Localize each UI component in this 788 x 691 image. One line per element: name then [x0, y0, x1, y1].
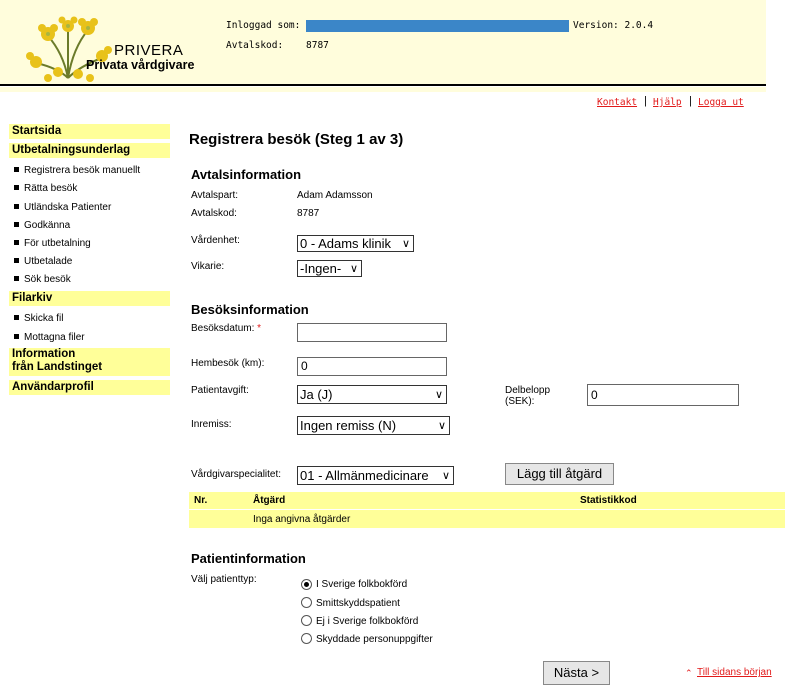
agreement-code-label: Avtalskod: — [226, 40, 284, 51]
column-header-nr: Nr. — [194, 495, 208, 506]
partial-amount-input[interactable]: 0 — [587, 384, 739, 406]
patient-type-label-registered: I Sverige folkbokförd — [316, 579, 408, 590]
contact-link[interactable]: Kontakt — [597, 97, 637, 108]
bullet-icon — [14, 167, 19, 172]
bullet-icon — [14, 185, 19, 190]
sidebar-item-file-archive[interactable]: Filarkiv — [9, 291, 170, 306]
logged-in-label: Inloggad som: — [226, 20, 301, 31]
referral-label: Inremiss: — [191, 419, 232, 430]
help-link[interactable]: Hjälp — [653, 97, 682, 108]
privera-flower-logo — [26, 16, 112, 82]
sidebar-subitem[interactable]: Sök besök — [14, 274, 71, 285]
patient-section-heading: Patientinformation — [191, 551, 306, 566]
partial-amount-label: Delbelopp (SEK): — [505, 385, 551, 407]
visit-date-input[interactable] — [297, 323, 447, 342]
header-underband — [0, 87, 766, 92]
bullet-icon — [14, 334, 19, 339]
brand-subtitle: Privata vårdgivare — [86, 58, 195, 72]
chevron-down-icon: ∨ — [441, 470, 450, 482]
double-chevron-up-icon: ⌃ — [685, 668, 693, 678]
agreement-section-heading: Avtalsinformation — [191, 167, 302, 182]
logged-in-user-field — [306, 20, 569, 32]
sidebar-subitem[interactable]: För utbetalning — [14, 238, 91, 249]
sidebar-subitem[interactable]: Utbetalade — [14, 256, 72, 267]
agreement-party-label: Avtalspart: — [191, 190, 239, 201]
specialty-select[interactable]: 01 - Allmänmedicinare ∨ — [297, 466, 454, 485]
patient-type-radio-infection[interactable] — [301, 597, 312, 608]
agreement-code-value: 8787 — [306, 40, 329, 51]
agreement-code-label: Avtalskod: — [191, 208, 237, 219]
visit-date-label: Besöksdatum: * — [191, 323, 262, 334]
link-separator: | — [644, 95, 647, 107]
bullet-icon — [14, 315, 19, 320]
patient-type-label-protected: Skyddade personuppgifter — [316, 634, 433, 645]
patient-fee-select[interactable]: Ja (J) ∨ — [297, 385, 447, 404]
bullet-icon — [14, 276, 19, 281]
patient-type-radio-registered[interactable] — [301, 579, 312, 590]
chevron-down-icon: ∨ — [437, 420, 446, 432]
sidebar-subitem[interactable]: Registrera besök manuellt — [14, 165, 140, 176]
link-separator: | — [689, 95, 692, 107]
sidebar-item-information[interactable]: Information från Landstinget — [9, 348, 170, 376]
sidebar-item-info-line1: Information — [12, 348, 76, 360]
visit-section-heading: Besöksinformation — [191, 302, 309, 317]
patient-type-label-infection: Smittskyddspatient — [316, 598, 400, 609]
chevron-down-icon: ∨ — [401, 238, 410, 250]
care-unit-select[interactable]: 0 - Adams klinik ∨ — [297, 235, 414, 252]
substitute-select[interactable]: -Ingen- ∨ — [297, 260, 362, 277]
bullet-icon — [14, 204, 19, 209]
patient-type-radio-unregistered[interactable] — [301, 615, 312, 626]
sidebar-item-user-profile[interactable]: Användarprofil — [9, 380, 170, 395]
specialty-label: Vårdgivarspecialitet: — [191, 469, 282, 480]
referral-select[interactable]: Ingen remiss (N) ∨ — [297, 416, 450, 435]
home-visit-label: Hembesök (km): — [191, 358, 265, 369]
care-unit-label: Vårdenhet: — [191, 235, 240, 246]
column-header-measure: Åtgärd — [253, 495, 286, 506]
bullet-icon — [14, 258, 19, 263]
patient-type-label: Välj patienttyp: — [191, 574, 257, 585]
back-to-top-link[interactable]: Till sidans början — [697, 667, 772, 678]
agreement-code-value: 8787 — [297, 208, 320, 219]
patient-fee-label: Patientavgift: — [191, 385, 249, 396]
sidebar-subitem[interactable]: Skicka fil — [14, 313, 63, 324]
sidebar-item-info-line2: från Landstinget — [12, 361, 103, 373]
add-measure-button[interactable]: Lägg till åtgärd — [505, 463, 614, 485]
chevron-down-icon: ∨ — [349, 263, 358, 275]
substitute-label: Vikarie: — [191, 261, 225, 272]
sidebar-subitem[interactable]: Utländska Patienter — [14, 202, 111, 213]
sidebar-item-payment-basis[interactable]: Utbetalningsunderlag — [9, 143, 170, 158]
required-marker: * — [257, 323, 262, 334]
sidebar-subitem[interactable]: Mottagna filer — [14, 332, 85, 343]
column-header-statcode: Statistikkod — [580, 495, 637, 506]
logout-link[interactable]: Logga ut — [698, 97, 744, 108]
version-label: Version: 2.0.4 — [573, 20, 654, 31]
patient-type-radio-protected[interactable] — [301, 633, 312, 644]
next-button[interactable]: Nästa > — [543, 661, 610, 685]
home-visit-input[interactable]: 0 — [297, 357, 447, 376]
bullet-icon — [14, 222, 19, 227]
sidebar-item-startpage[interactable]: Startsida — [9, 124, 170, 139]
sidebar-subitem[interactable]: Godkänna — [14, 220, 70, 231]
patient-type-label-unregistered: Ej i Sverige folkbokförd — [316, 616, 419, 627]
bullet-icon — [14, 240, 19, 245]
agreement-party-value: Adam Adamsson — [297, 190, 373, 201]
empty-measures-text: Inga angivna åtgärder — [253, 514, 351, 525]
chevron-down-icon: ∨ — [434, 389, 443, 401]
page-title: Registrera besök (Steg 1 av 3) — [189, 131, 404, 148]
sidebar-subitem[interactable]: Rätta besök — [14, 183, 77, 194]
brand-name: PRIVERA — [114, 42, 184, 59]
